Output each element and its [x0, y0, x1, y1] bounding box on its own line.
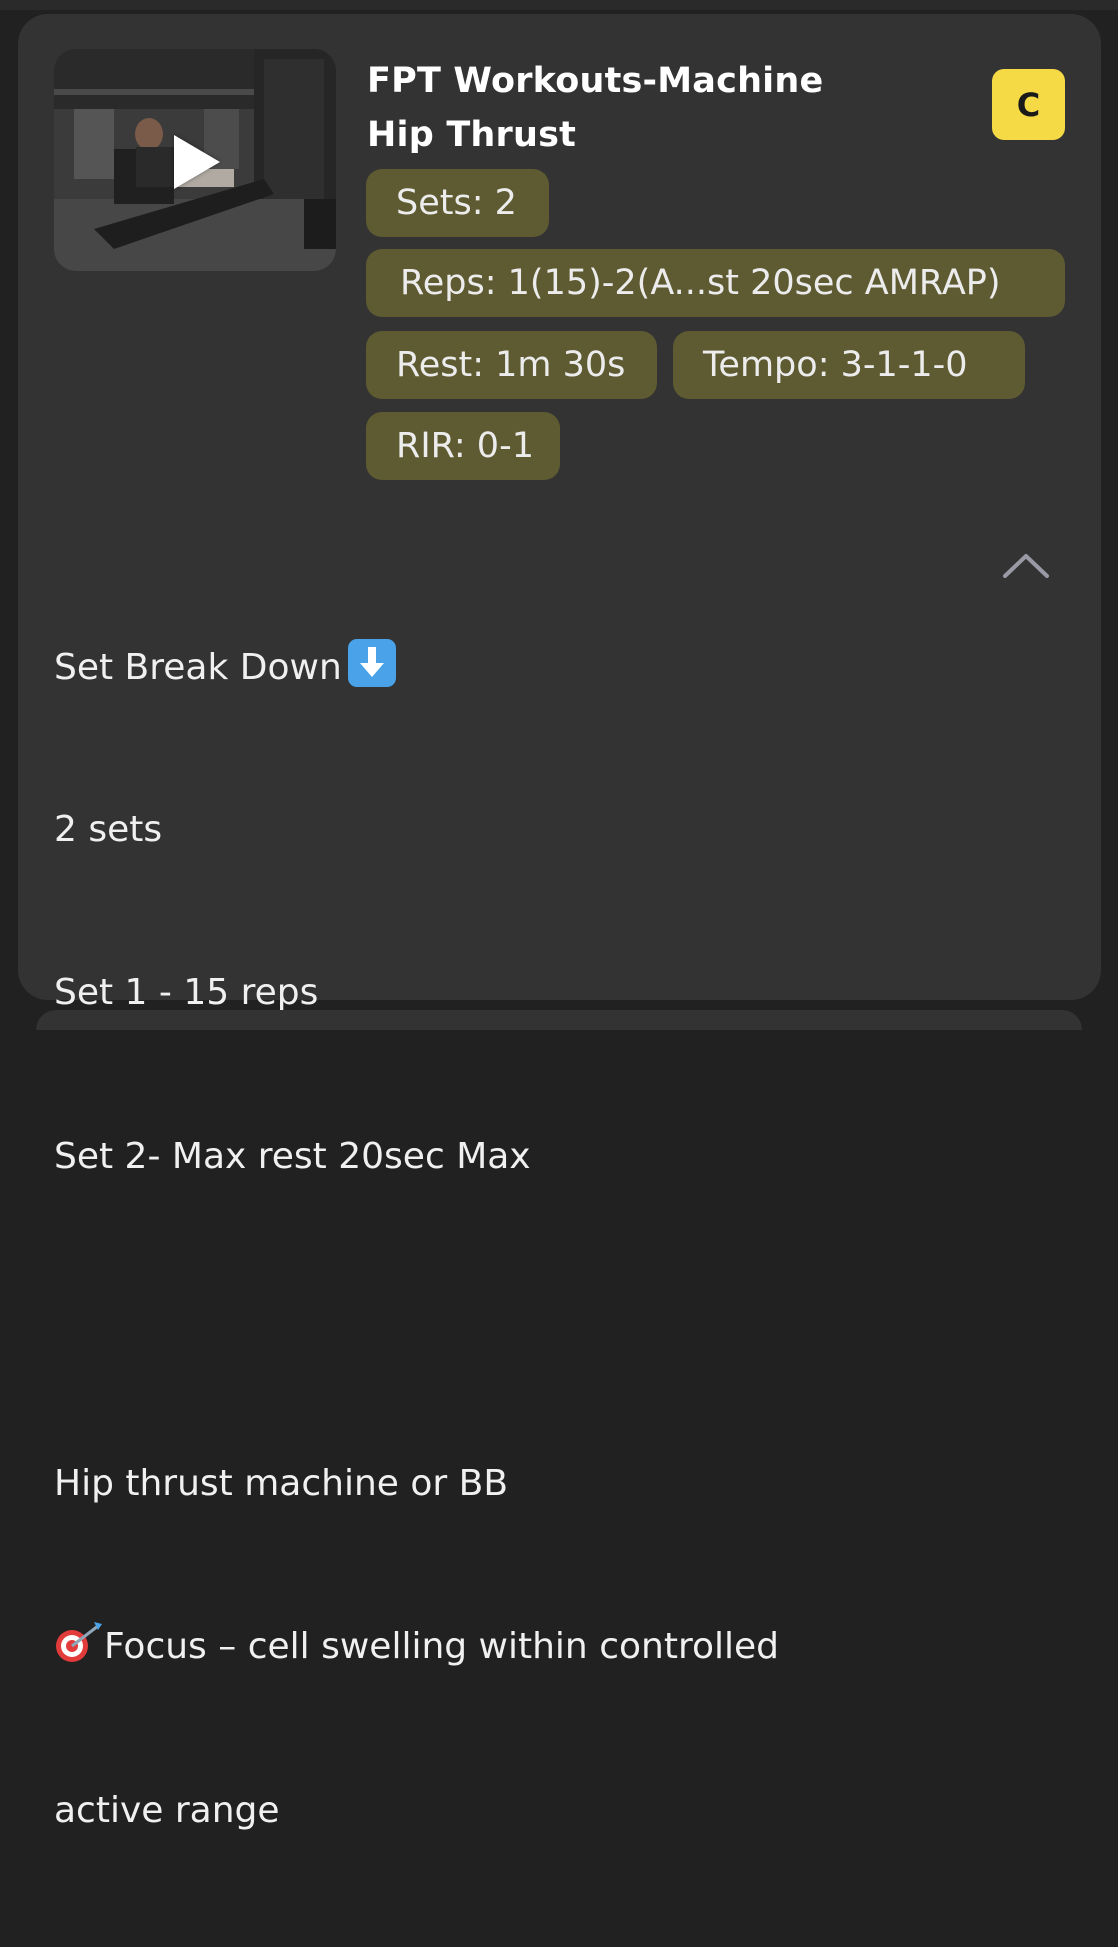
notes-heading: Set Break Down: [54, 647, 342, 688]
exercise-title: FPT Workouts-Machine Hip Thrust: [367, 54, 927, 162]
notes-line: Focus – cell swelling within controlled: [54, 1620, 954, 1675]
notes-line: Set Break Down: [54, 639, 954, 694]
exercise-title-line2: Hip Thrust: [367, 115, 577, 155]
rir-pill: RIR: 0-1: [366, 412, 560, 480]
play-icon[interactable]: [174, 135, 220, 189]
exercise-title-line1: FPT Workouts-Machine: [367, 61, 824, 101]
exercise-group-badge: C: [992, 69, 1065, 140]
exercise-notes: Set Break Down 2 sets Set 1 - 15 reps Se…: [54, 530, 954, 1947]
reps-pill: Reps: 1(15)-2(A...st 20sec AMRAP): [366, 249, 1065, 317]
chevron-up-icon[interactable]: [1001, 550, 1051, 580]
focus-text: Focus – cell swelling within controlled: [104, 1626, 779, 1667]
rest-pill: Rest: 1m 30s: [366, 331, 657, 399]
tempo-pill: Tempo: 3-1-1-0: [673, 331, 1025, 399]
exercise-card: FPT Workouts-Machine Hip Thrust C Sets: …: [18, 14, 1101, 1831]
down-arrow-emoji: [347, 639, 396, 687]
notes-blank-line: [54, 1293, 954, 1348]
notes-line: 2 sets: [54, 808, 163, 850]
notes-line: Hip thrust machine or BB: [54, 1462, 509, 1504]
sets-pill: Sets: 2: [366, 169, 549, 237]
notes-line: Set 2- Max rest 20sec Max: [54, 1135, 531, 1177]
exercise-video-thumbnail[interactable]: [54, 49, 336, 271]
previous-card-edge: [0, 0, 1118, 10]
notes-line: active range: [54, 1789, 280, 1831]
target-emoji: [56, 1622, 102, 1662]
next-card-edge: [36, 1010, 1082, 1030]
